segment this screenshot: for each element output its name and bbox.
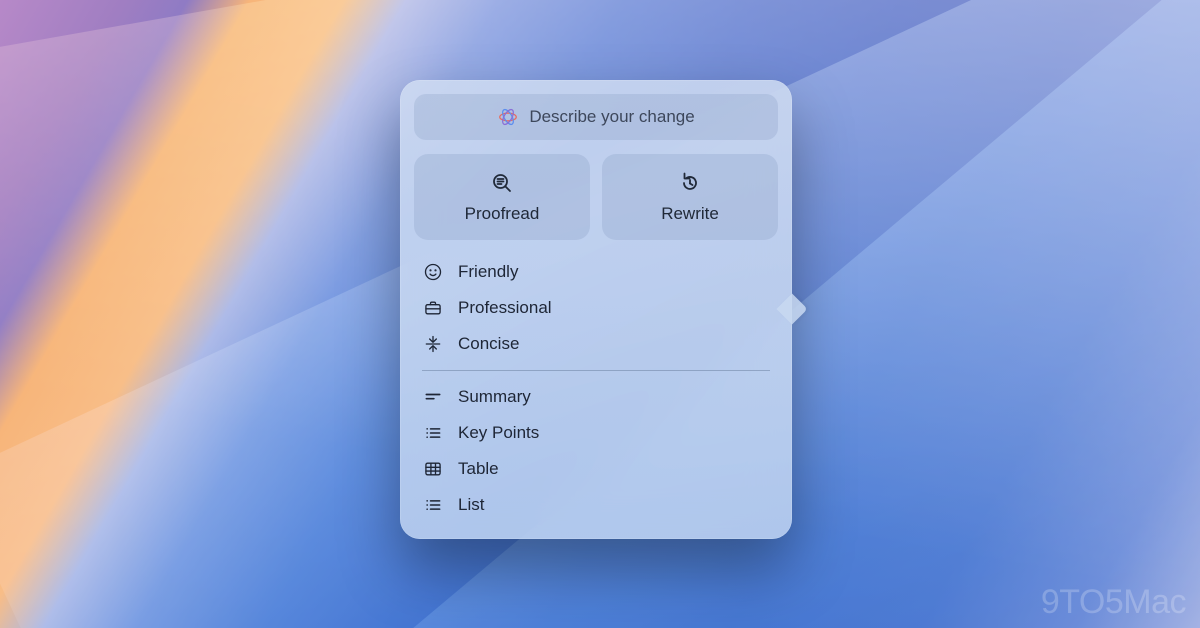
- smile-icon: [422, 261, 444, 283]
- tone-friendly[interactable]: Friendly: [420, 254, 772, 290]
- format-key-points[interactable]: Key Points: [420, 415, 772, 451]
- format-key-points-label: Key Points: [458, 423, 539, 443]
- rewrite-label: Rewrite: [661, 204, 719, 224]
- describe-change-field[interactable]: Describe your change: [414, 94, 778, 140]
- writing-tools-popover: Describe your change Proofread: [400, 80, 792, 539]
- action-buttons-row: Proofread Rewrite: [414, 154, 778, 240]
- tone-concise[interactable]: Concise: [420, 326, 772, 362]
- format-table[interactable]: Table: [420, 451, 772, 487]
- table-icon: [422, 458, 444, 480]
- tone-professional-label: Professional: [458, 298, 552, 318]
- divider: [422, 370, 770, 371]
- wallpaper-background: Describe your change Proofread: [0, 0, 1200, 628]
- format-summary[interactable]: Summary: [420, 379, 772, 415]
- tone-friendly-label: Friendly: [458, 262, 518, 282]
- format-list-label: List: [458, 495, 484, 515]
- format-list[interactable]: List: [420, 487, 772, 523]
- watermark: 9TO5Mac: [1041, 583, 1186, 622]
- tone-concise-label: Concise: [458, 334, 519, 354]
- format-table-label: Table: [458, 459, 499, 479]
- rewrite-button[interactable]: Rewrite: [602, 154, 778, 240]
- summary-icon: [422, 386, 444, 408]
- list-icon: [422, 494, 444, 516]
- describe-change-placeholder: Describe your change: [529, 107, 694, 127]
- proofread-label: Proofread: [465, 204, 540, 224]
- concise-icon: [422, 333, 444, 355]
- key-points-icon: [422, 422, 444, 444]
- apple-intelligence-icon: [497, 106, 519, 128]
- proofread-button[interactable]: Proofread: [414, 154, 590, 240]
- rewrite-icon: [677, 170, 703, 196]
- options-list: Friendly Professional: [414, 254, 778, 523]
- proofread-icon: [489, 170, 515, 196]
- format-summary-label: Summary: [458, 387, 531, 407]
- briefcase-icon: [422, 297, 444, 319]
- tone-professional[interactable]: Professional: [420, 290, 772, 326]
